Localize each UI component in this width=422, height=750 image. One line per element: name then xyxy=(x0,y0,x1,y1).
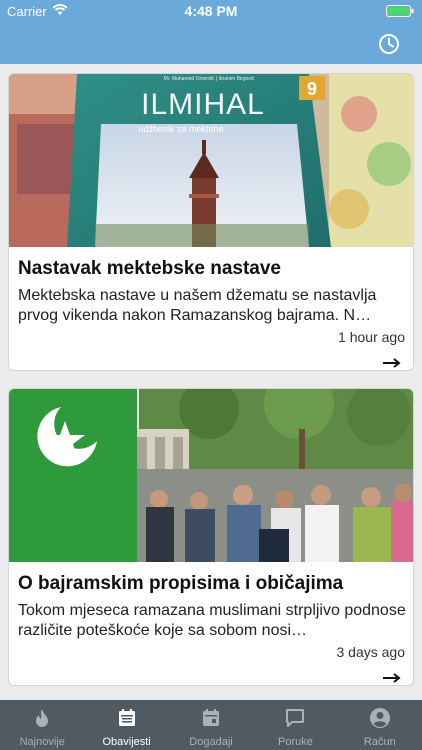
status-bar: Carrier 4:48 PM xyxy=(0,0,422,22)
book-title-text: ILMIHAL xyxy=(141,88,265,121)
flame-icon xyxy=(36,709,49,727)
history-clock-button[interactable] xyxy=(378,33,400,55)
tab-dogadaji[interactable]: Dogadaji xyxy=(169,700,253,750)
news-feed[interactable]: Mr. Muhamed Omerdić | Ibrahim Begović IL… xyxy=(0,64,422,700)
article-timestamp: 3 days ago xyxy=(336,644,406,660)
clock-icon xyxy=(379,34,399,54)
read-more-arrow-icon[interactable] xyxy=(383,355,401,368)
tab-obavijesti[interactable]: Obavijesti xyxy=(84,700,168,750)
article-excerpt: Mektebska nastave u našem džematu se nas… xyxy=(18,287,377,324)
article-title[interactable]: Nastavak mektebske nastave xyxy=(18,258,408,280)
tab-label: Obavijesti xyxy=(102,736,151,748)
tab-racun[interactable]: Račun xyxy=(338,700,422,750)
tab-bar: Najnovije Obavijesti Dogadaji Poruke Rač… xyxy=(0,700,422,750)
book-number-text: 9 xyxy=(307,79,317,99)
chat-bubble-icon xyxy=(286,709,305,727)
book-subtitle-text: udžbenik za mektebe xyxy=(138,124,223,134)
news-card[interactable]: Mr. Muhamed Omerdić | Ibrahim Begović IL… xyxy=(8,73,414,371)
article-image-ilmihal-book: Mr. Muhamed Omerdić | Ibrahim Begović IL… xyxy=(9,74,413,247)
article-excerpt: Tokom mjeseca ramazana muslimani strplji… xyxy=(18,602,406,639)
tab-label: Račun xyxy=(363,736,396,748)
tab-label: Najnovije xyxy=(19,736,65,748)
news-card[interactable]: O bajramskim propisima i običajima Tokom… xyxy=(8,388,414,686)
calendar-icon xyxy=(203,709,220,726)
account-icon xyxy=(369,708,390,728)
article-title[interactable]: O bajramskim propisima i običajima xyxy=(18,573,408,595)
status-time: 4:48 PM xyxy=(184,3,238,19)
read-more-arrow-icon[interactable] xyxy=(383,670,401,683)
book-authors-text: Mr. Muhamed Omerdić | Ibrahim Begović xyxy=(164,76,255,82)
article-timestamp: 1 hour ago xyxy=(338,329,405,345)
header: Carrier 4:48 PM xyxy=(0,0,422,64)
tab-najnovije[interactable]: Najnovije xyxy=(0,700,84,750)
calendar-list-icon xyxy=(118,709,135,726)
tab-label: Poruke xyxy=(277,736,313,748)
tab-poruke[interactable]: Poruke xyxy=(253,700,337,750)
tab-label: Dogadaji xyxy=(189,736,233,748)
battery-icon xyxy=(386,5,414,20)
article-image-bajram-prayer xyxy=(9,389,413,562)
